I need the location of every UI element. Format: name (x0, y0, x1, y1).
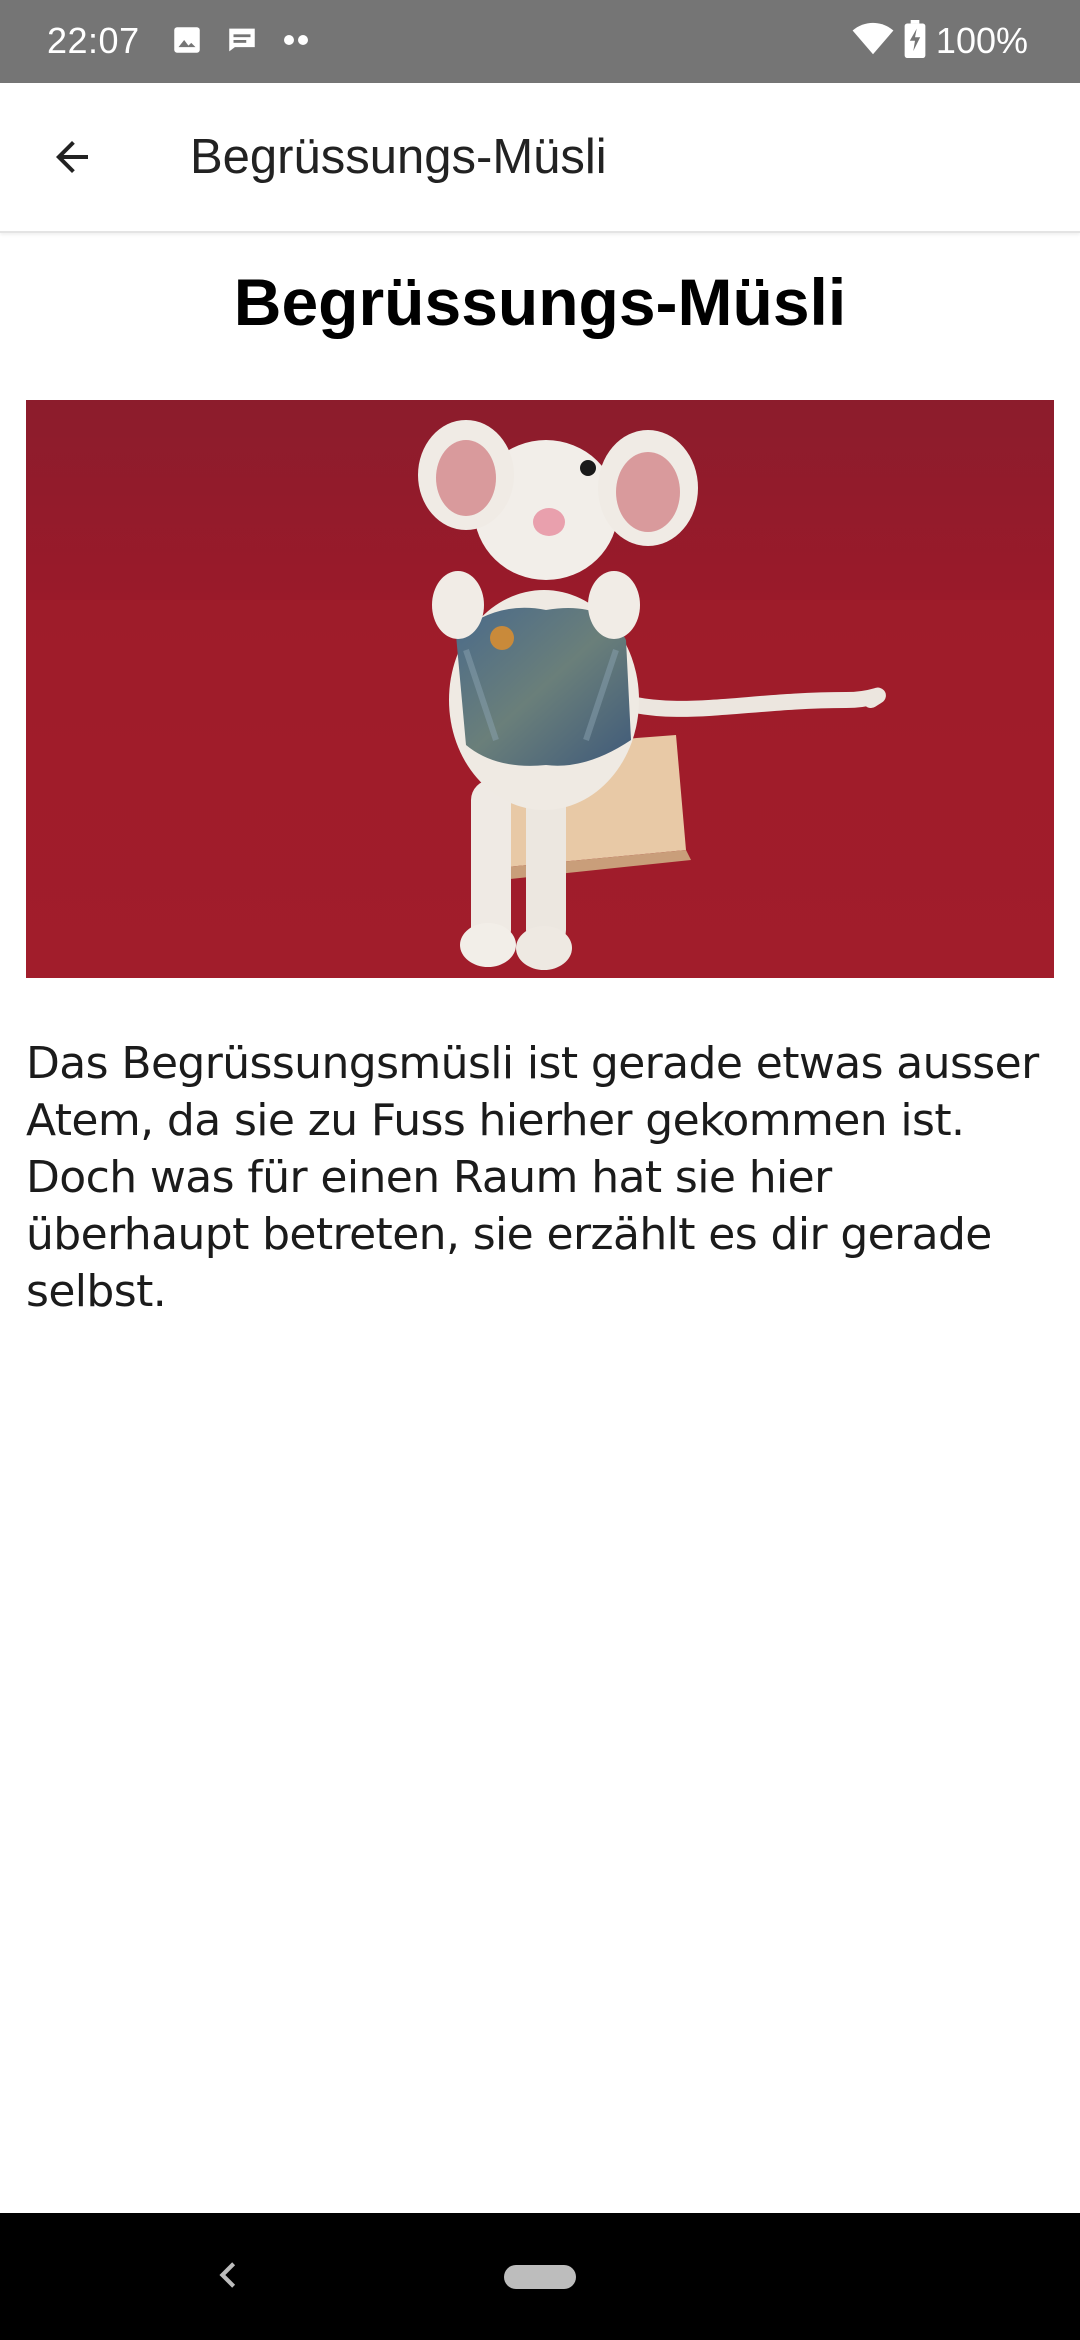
back-button[interactable] (30, 117, 114, 201)
system-icons: 100% (852, 18, 1028, 64)
description-text: Das Begrüssungsmüsli ist gerade etwas au… (26, 1038, 1039, 1317)
battery-charging-icon (904, 19, 926, 63)
status-time: 22:07 (47, 20, 140, 61)
status-bar: 22:07 100% (0, 0, 1080, 83)
arrow-left-icon (48, 133, 96, 186)
message-icon (224, 23, 260, 62)
nav-back-button[interactable] (200, 2249, 256, 2305)
notification-icons (170, 22, 312, 62)
more-dots-icon (280, 32, 312, 53)
wifi-icon (852, 22, 894, 61)
image-icon (170, 23, 204, 62)
page-title: Begrüssungs-Müsli (233, 265, 847, 339)
home-pill-icon[interactable] (504, 2265, 576, 2289)
app-bar: Begrüssungs-Müsli (0, 83, 1080, 233)
hero-image (26, 400, 1054, 978)
mouse-illustration (26, 400, 1054, 978)
navigation-bar (0, 2213, 1080, 2340)
app-bar-title: Begrüssungs-Müsli (190, 130, 607, 184)
chevron-left-icon (216, 2260, 240, 2295)
battery-percentage: 100% (935, 20, 1028, 61)
